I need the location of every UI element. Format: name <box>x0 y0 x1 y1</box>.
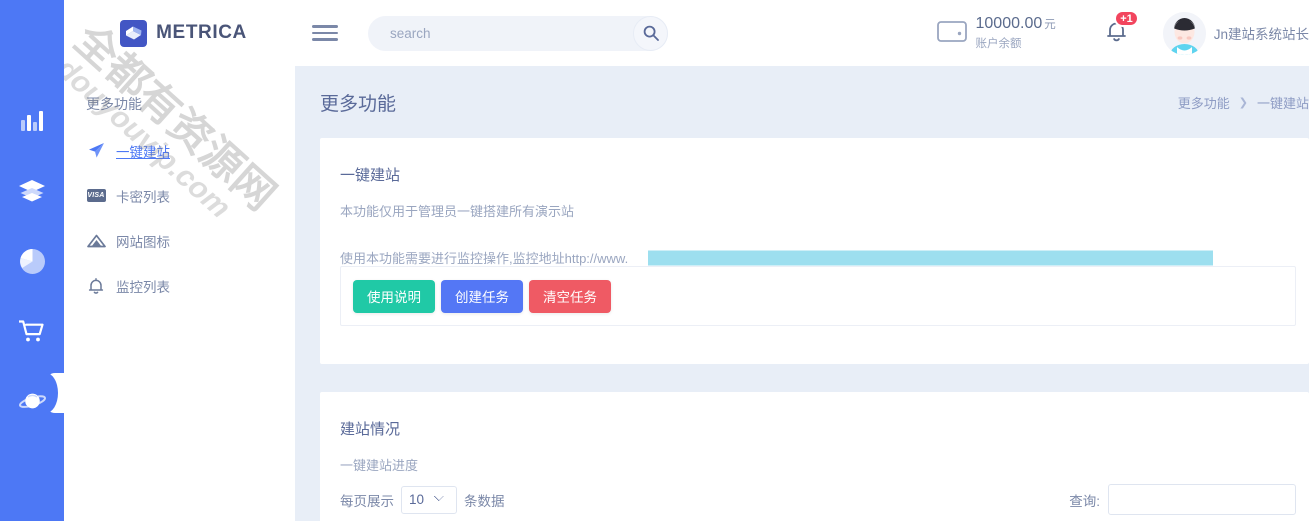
secondary-sidebar: METRICA 更多功能 一键建站 VISA 卡密列表 网站图标 监控列表 全都… <box>64 0 295 521</box>
header-right-group: 10000.00 元 账户余额 +1 Jn建站系统站长 <box>936 10 1309 55</box>
top-header: 10000.00元 账户余额 +1 <box>295 0 1309 66</box>
card-two-subtitle: 一键建站进度 <box>340 458 419 473</box>
rail-item-analytics[interactable] <box>0 86 64 156</box>
page-length-select[interactable]: 102550100 <box>401 485 457 514</box>
card-one-note: 使用本功能需要进行监控操作,监控地址http://www. <box>340 248 1309 267</box>
laptop-book-icon <box>120 19 148 47</box>
wallet-text: 10000.00 元 账户余额 <box>976 15 1056 51</box>
sidebar-item-site-icon[interactable]: 网站图标 <box>64 218 295 263</box>
brand-name: METRICA <box>156 22 247 43</box>
search-box <box>368 15 668 51</box>
table-controls: 每页展示 102550100 条数据 查询: <box>340 484 1296 515</box>
sidebar-section-title: 更多功能 <box>86 96 142 112</box>
sidebar-item-one-click-site[interactable]: 一键建站 <box>64 128 295 173</box>
rail-item-layers[interactable] <box>0 156 64 226</box>
sidebar-item-monitor-list[interactable]: 监控列表 <box>64 263 295 308</box>
wallet-unit: 元 <box>1044 19 1056 31</box>
pie-chart-icon <box>19 248 45 274</box>
bell-icon <box>1104 21 1129 48</box>
wallet-balance[interactable]: 10000.00 元 账户余额 <box>936 15 1056 51</box>
notification-badge: +1 <box>1114 10 1139 27</box>
wallet-label: 账户余额 <box>975 38 1022 50</box>
chevron-right-icon: ❯ <box>1238 96 1248 109</box>
redacted-url-overlay <box>648 250 1213 265</box>
rail-item-reports[interactable] <box>0 226 64 296</box>
create-task-button[interactable]: 创建任务 <box>441 279 523 313</box>
page-title: 更多功能 <box>320 93 397 115</box>
icon-rail <box>0 0 64 521</box>
rail-item-shop[interactable] <box>0 296 64 366</box>
content-area: 更多功能 更多功能 ❯ 一键建站 一键建站 本功能仅用于管理员一键搭建所有演示站… <box>295 66 1309 521</box>
sidebar-item-label: 卡密列表 <box>116 189 170 205</box>
mountain-icon <box>86 234 106 248</box>
page-length-label-before: 每页展示 <box>340 493 394 509</box>
clear-task-button[interactable]: 清空任务 <box>529 279 611 313</box>
avatar[interactable] <box>1162 11 1206 55</box>
brand-logo[interactable]: METRICA <box>64 0 295 66</box>
hamburger-icon[interactable] <box>312 20 338 46</box>
site-progress-card: 建站情况 一键建站进度 每页展示 102550100 条数据 查询: <box>320 392 1309 521</box>
table-filter-group: 查询: <box>1069 484 1296 515</box>
app-root: METRICA 更多功能 一键建站 VISA 卡密列表 网站图标 监控列表 全都… <box>0 0 1309 521</box>
instructions-button[interactable]: 使用说明 <box>353 279 435 313</box>
sidebar-menu: 一键建站 VISA 卡密列表 网站图标 监控列表 <box>64 128 295 308</box>
sidebar-item-label: 网站图标 <box>116 234 170 250</box>
visa-card-icon: VISA <box>86 189 106 202</box>
page-header: 更多功能 更多功能 ❯ 一键建站 <box>295 66 1309 138</box>
sidebar-collapse-handle[interactable] <box>46 373 64 413</box>
filter-label: 查询: <box>1069 493 1100 509</box>
wallet-icon <box>936 19 967 48</box>
wallet-amount: 10000.00 <box>975 15 1043 32</box>
send-arrow-icon <box>86 142 106 159</box>
page-length-label-after: 条数据 <box>464 493 505 509</box>
sidebar-item-label: 监控列表 <box>116 279 170 295</box>
card-one-subtitle: 本功能仅用于管理员一键搭建所有演示站 <box>340 204 575 219</box>
breadcrumb-parent[interactable]: 更多功能 <box>1178 93 1230 112</box>
breadcrumb-current: 一键建站 <box>1256 95 1309 111</box>
planet-icon <box>18 390 46 412</box>
bell-outline-icon <box>86 277 106 295</box>
search-icon[interactable] <box>633 15 668 51</box>
card-one-title: 一键建站 <box>340 167 401 184</box>
action-button-group: 使用说明 创建任务 清空任务 <box>340 266 1296 326</box>
shopping-cart-icon <box>19 319 45 343</box>
bar-chart-icon <box>21 111 43 131</box>
filter-input[interactable] <box>1108 484 1296 515</box>
sidebar-item-label: 一键建站 <box>116 144 170 160</box>
notifications-button[interactable]: +1 <box>1104 10 1139 49</box>
user-name[interactable]: Jn建站系统站长 <box>1214 23 1309 43</box>
card-two-title: 建站情况 <box>340 421 401 438</box>
sidebar-item-card-list[interactable]: VISA 卡密列表 <box>64 173 295 218</box>
breadcrumb: 更多功能 ❯ 一键建站 <box>1178 93 1309 112</box>
one-click-site-card: 一键建站 本功能仅用于管理员一键搭建所有演示站 使用本功能需要进行监控操作,监控… <box>320 138 1309 364</box>
layers-icon <box>19 180 45 202</box>
search-input[interactable] <box>368 15 668 51</box>
monitor-url-text: 使用本功能需要进行监控操作,监控地址http://www. <box>340 251 629 266</box>
